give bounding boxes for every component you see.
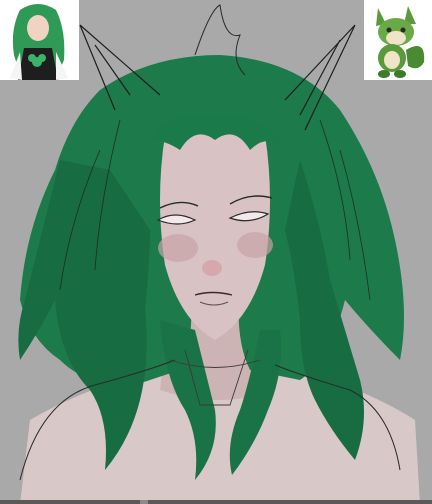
character-reference-thumbnail [0, 0, 79, 80]
creature-reference-image [364, 0, 432, 80]
creature-reference-thumbnail [364, 0, 432, 80]
left-cheek [158, 234, 198, 262]
nose-blush [202, 260, 222, 276]
character-reference-image [0, 0, 79, 80]
right-cheek [237, 232, 273, 258]
horizontal-scrollbar[interactable] [0, 500, 432, 504]
scrollbar-handle-icon[interactable] [140, 500, 148, 504]
drawing-canvas[interactable] [0, 0, 432, 504]
